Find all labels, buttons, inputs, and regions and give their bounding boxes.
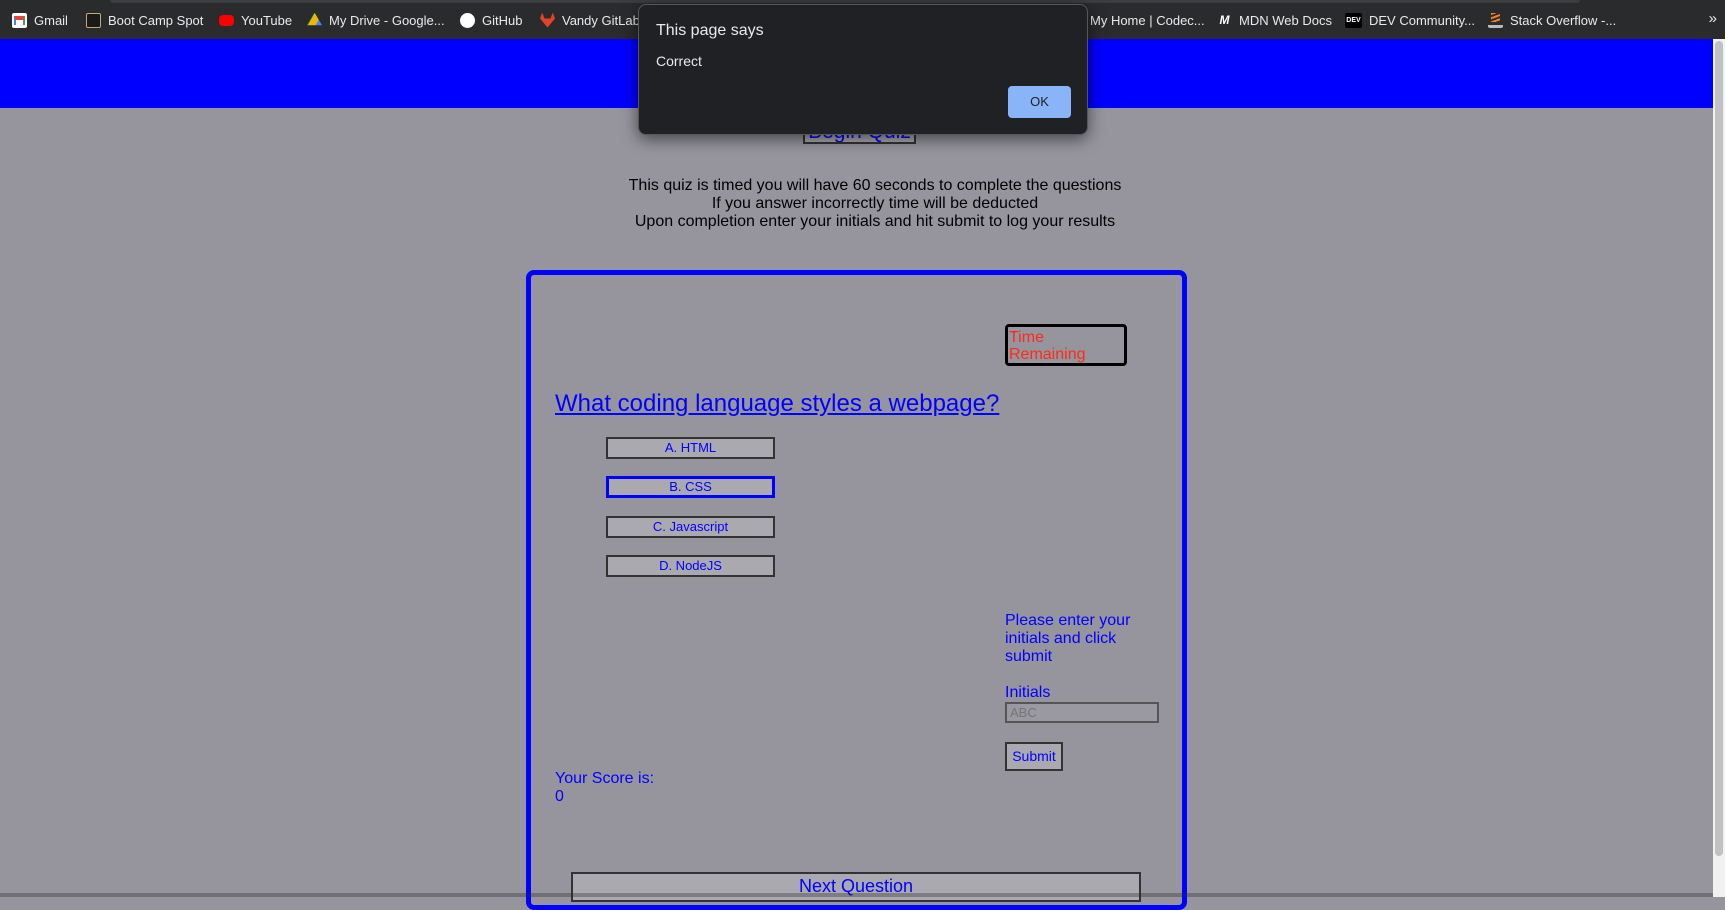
answer-button-c[interactable]: C. Javascript (606, 516, 775, 538)
bookmark-gmail[interactable]: Gmail (12, 11, 68, 29)
github-icon (460, 12, 475, 28)
bookmark-boot-camp-spot[interactable]: Boot Camp Spot (86, 11, 203, 29)
scrollbar-thumb[interactable] (1715, 41, 1723, 856)
alert-dialog: This page says Correct OK (638, 4, 1088, 135)
instruction-line: If you answer incorrectly time will be d… (711, 195, 1039, 212)
dialog-title: This page says (656, 22, 764, 39)
gmail-icon (12, 12, 27, 28)
quiz-container (526, 270, 1187, 910)
question-text: What coding language styles a webpage? (555, 390, 1000, 417)
bookmark-label: YouTube (241, 12, 293, 28)
bookmarks-overflow-button[interactable]: » (1709, 10, 1717, 27)
google-drive-icon (307, 12, 322, 26)
initials-label: Initials (1005, 684, 1051, 701)
bookmark-codecademy[interactable]: My Home | Codec... (1068, 11, 1205, 29)
score-label: Your Score is: (555, 770, 655, 787)
score-value: 0 (555, 788, 564, 805)
answer-button-b[interactable]: B. CSS (606, 476, 775, 498)
bookmark-github[interactable]: GitHub (460, 11, 522, 29)
instruction-line: Upon completion enter your initials and … (634, 213, 1116, 230)
bookmark-label: My Home | Codec... (1090, 12, 1205, 28)
scrollbar[interactable] (1713, 39, 1725, 897)
quiz-instructions: This quiz is timed you will have 60 seco… (500, 177, 1250, 231)
answer-button-d[interactable]: D. NodeJS (606, 555, 775, 577)
bookmark-vandy-gitlab[interactable]: Vandy GitLab (540, 11, 640, 29)
bookmark-label: Boot Camp Spot (108, 12, 204, 28)
bookmark-label: MDN Web Docs (1239, 12, 1332, 28)
tab-strip-edge (110, 0, 1580, 3)
bookmark-label: Gmail (34, 12, 68, 28)
timer-label: Time Remaining (1009, 329, 1086, 363)
initials-input[interactable] (1005, 702, 1159, 723)
window-bottom-edge (0, 893, 1713, 897)
bookmark-google-drive[interactable]: My Drive - Google... (307, 11, 445, 29)
bookmark-label: Vandy GitLab (562, 12, 640, 28)
answer-button-a[interactable]: A. HTML (606, 437, 775, 459)
submit-button[interactable]: Submit (1005, 742, 1063, 771)
mdn-icon: M (1219, 12, 1230, 27)
timer-value: 59 (1009, 363, 1123, 366)
bookmark-stack-overflow[interactable]: Stack Overflow -... (1488, 11, 1616, 29)
bookmark-mdn[interactable]: M MDN Web Docs (1217, 11, 1332, 29)
bookmark-label: My Drive - Google... (329, 12, 445, 28)
stackoverflow-icon (1488, 12, 1503, 28)
dev-icon: DEV (1345, 12, 1362, 28)
next-question-button[interactable]: Next Question (571, 872, 1141, 902)
dialog-message: Correct (656, 53, 702, 69)
instruction-line: This quiz is timed you will have 60 seco… (628, 177, 1122, 194)
initials-prompt: Please enter your initials and click sub… (1005, 612, 1131, 665)
bookmark-label: DEV Community... (1369, 12, 1475, 28)
ok-button[interactable]: OK (1008, 86, 1071, 118)
bookmark-dev-community[interactable]: DEV DEV Community... (1345, 11, 1475, 29)
bookmark-label: Stack Overflow -... (1510, 12, 1617, 28)
bootcampspot-icon (86, 12, 101, 28)
gitlab-icon (540, 12, 555, 28)
bookmark-youtube[interactable]: YouTube (219, 11, 292, 29)
timer-box: Time Remaining 59 (1005, 324, 1127, 366)
youtube-icon (219, 14, 234, 26)
bookmark-label: GitHub (482, 12, 523, 28)
